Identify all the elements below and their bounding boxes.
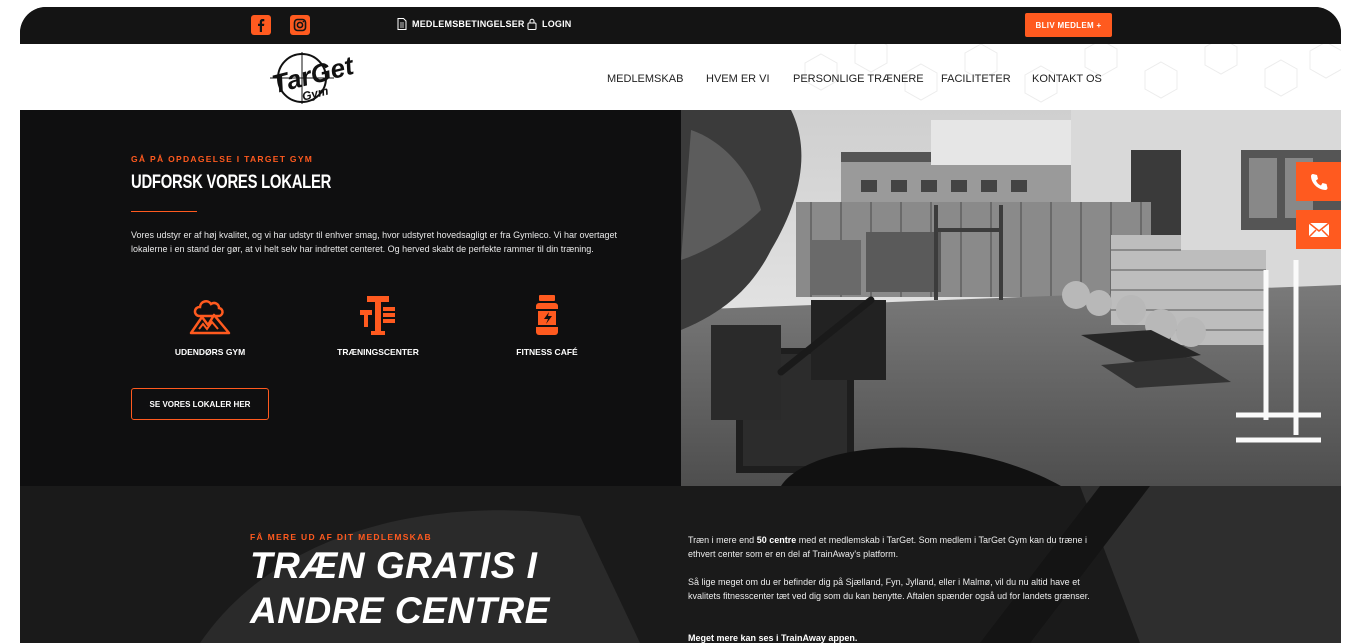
- nav-item-kontakt-os[interactable]: KONTAKT OS: [1032, 73, 1102, 85]
- feature-outdoor-gym: UDENDØRS GYM: [150, 293, 270, 357]
- login-link[interactable]: LOGIN: [527, 18, 572, 30]
- document-icon: [397, 18, 407, 30]
- feature-label-cafe: FITNESS CAFÉ: [516, 347, 578, 357]
- mail-button[interactable]: [1296, 210, 1341, 249]
- section-description: Vores udstyr er af høj kvalitet, og vi h…: [131, 230, 618, 254]
- facilities-section: GÅ PÅ OPDAGELSE I TARGET GYM UDFORSK VOR…: [20, 110, 681, 486]
- instagram-icon[interactable]: [290, 15, 310, 35]
- section-title: UDFORSK VORES LOKALER: [131, 172, 332, 193]
- main-nav: TarGet Gym MEDLEMSKAB HVEM ER VI PERSONL…: [20, 44, 1341, 110]
- outdoor-gym-photo: [681, 110, 1341, 486]
- join-button[interactable]: BLIV MEDLEM +: [1025, 13, 1112, 37]
- feature-fitness-cafe: FITNESS CAFÉ: [487, 293, 607, 357]
- gym-station-icon: [360, 296, 395, 335]
- login-link-label: LOGIN: [542, 19, 572, 29]
- phone-button[interactable]: [1296, 162, 1341, 201]
- lock-icon: [527, 18, 537, 30]
- bottom-eyebrow: FÅ MERE UD AF DIT MEDLEMSKAB: [250, 532, 432, 542]
- title-divider: [131, 211, 197, 212]
- nav-item-hvem-er-vi[interactable]: HVEM ER VI: [706, 73, 770, 85]
- terms-link[interactable]: MEDLEMSBETINGELSER: [397, 18, 525, 30]
- p1-text-start: Træn i mere end: [688, 535, 757, 545]
- facebook-icon[interactable]: [251, 15, 271, 35]
- bottom-title-line-1: TRÆN GRATIS I: [250, 545, 538, 586]
- bottom-title-line-2: ANDRE CENTRE: [250, 590, 550, 631]
- nav-item-faciliteter[interactable]: FACILITETER: [941, 73, 1011, 85]
- bottom-paragraph-3: Meget mere kan ses i TrainAway appen.: [688, 633, 858, 643]
- section-eyebrow: GÅ PÅ OPDAGELSE I TARGET GYM: [131, 154, 314, 164]
- mail-icon: [1307, 221, 1330, 238]
- supplement-jar-icon: [536, 295, 558, 335]
- top-bar: MEDLEMSBETINGELSER LOGIN BLIV MEDLEM +: [20, 7, 1341, 44]
- feature-label-training: TRÆNINGSCENTER: [337, 347, 419, 357]
- p1-highlight: 50 centre: [756, 535, 797, 545]
- see-facilities-button[interactable]: SE VORES LOKALER HER: [131, 388, 269, 420]
- bottom-title: TRÆN GRATIS I ANDRE CENTRE: [250, 543, 550, 633]
- bottom-paragraph-1: Træn i mere end 50 centre med et medlems…: [688, 533, 1108, 561]
- bottom-paragraph-2: Så lige meget om du er befinder dig på S…: [688, 577, 1090, 601]
- bottom-background-texture: [20, 486, 1341, 643]
- phone-icon: [1310, 173, 1327, 190]
- feature-label-outdoor: UDENDØRS GYM: [174, 347, 246, 357]
- target-gym-logo[interactable]: TarGet Gym: [262, 48, 362, 106]
- feature-training-center: TRÆNINGSCENTER: [318, 293, 438, 357]
- terms-link-label: MEDLEMSBETINGELSER: [412, 19, 525, 29]
- nav-item-medlemskab[interactable]: MEDLEMSKAB: [607, 73, 683, 85]
- page-frame: MEDLEMSBETINGELSER LOGIN BLIV MEDLEM + T…: [20, 7, 1341, 643]
- nav-item-personlige-traenere[interactable]: PERSONLIGE TRÆNERE: [793, 73, 924, 85]
- trainaway-section: FÅ MERE UD AF DIT MEDLEMSKAB TRÆN GRATIS…: [20, 486, 1341, 643]
- mountain-cloud-icon: [189, 300, 231, 335]
